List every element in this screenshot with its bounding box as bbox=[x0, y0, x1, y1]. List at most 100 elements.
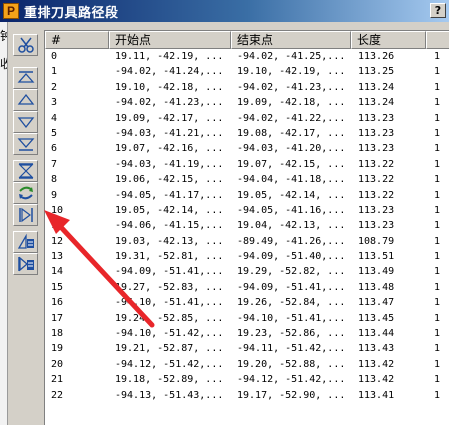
cell-index: 4 bbox=[51, 112, 58, 124]
segment-toolbar bbox=[10, 30, 44, 425]
cell-end-point: 19.20, -52.88, ... bbox=[237, 358, 346, 370]
reorder-end-button[interactable] bbox=[13, 253, 38, 275]
table-row[interactable]: 10 19.05, -42.14, ... -94.05, -41.16,... 11… bbox=[45, 203, 449, 218]
cell-index: 13 bbox=[51, 251, 64, 263]
cell-length: 113.23 bbox=[358, 112, 395, 124]
column-header-start-point[interactable]: 开始点 bbox=[109, 31, 231, 49]
table-row[interactable]: 14 -94.09, -51.41,... 19.29, -52.82, ... 11… bbox=[45, 264, 449, 279]
cell-end-point: 19.05, -42.14, ... bbox=[237, 189, 346, 201]
cell-end-point: -94.04, -41.18,... bbox=[237, 174, 346, 186]
segment-list[interactable]: # 开始点 结束点 长度 0 19.11, -42.19, ... -94.02, … bbox=[44, 30, 449, 425]
cell-end-point: -94.02, -41.25,... bbox=[237, 51, 346, 62]
cell-index: 3 bbox=[51, 97, 58, 109]
column-header-index[interactable]: # bbox=[45, 31, 109, 49]
app-logo-icon: P bbox=[3, 3, 19, 19]
title-bar[interactable]: P 重排刀具路径段 ? bbox=[0, 0, 449, 22]
cell-length: 113.51 bbox=[358, 251, 395, 263]
move-up-icon bbox=[17, 93, 34, 105]
cell-length: 113.22 bbox=[358, 158, 395, 170]
cell-length: 113.41 bbox=[358, 389, 395, 401]
cell-start-point: 19.06, -42.15, ... bbox=[115, 174, 224, 186]
move-down-button[interactable] bbox=[13, 111, 38, 133]
cell-length: 113.47 bbox=[358, 297, 395, 309]
cell-index: 19 bbox=[51, 343, 64, 355]
cell-index: 11 bbox=[51, 220, 64, 232]
table-row[interactable]: 1 -94.02, -41.24,... 19.10, -42.19, ... 113… bbox=[45, 64, 449, 79]
reorder-toolpath-dialog: 钟 收 P 重排刀具路径段 ? bbox=[0, 0, 449, 425]
table-row[interactable]: 8 19.06, -42.15, ... -94.04, -41.18,... 113… bbox=[45, 172, 449, 187]
reverse-icon bbox=[18, 207, 33, 223]
cell-extra: 1 bbox=[434, 235, 441, 247]
cell-extra: 1 bbox=[434, 312, 441, 324]
column-header-end-point[interactable]: 结束点 bbox=[231, 31, 351, 49]
cell-start-point: -94.09, -51.41,... bbox=[115, 266, 224, 278]
cell-start-point: -94.12, -51.42,... bbox=[115, 358, 224, 370]
table-row[interactable]: 16 -94.10, -51.41,... 19.26, -52.84, ... 11… bbox=[45, 295, 449, 310]
cell-start-point: 19.21, -52.87, ... bbox=[115, 343, 224, 355]
cell-index: 0 bbox=[51, 51, 58, 62]
cell-start-point: -94.03, -41.21,... bbox=[115, 127, 224, 139]
help-button[interactable]: ? bbox=[430, 3, 446, 18]
move-bottom-button[interactable] bbox=[13, 133, 38, 155]
cell-index: 8 bbox=[51, 174, 58, 186]
table-row[interactable]: 9 -94.05, -41.17,... 19.05, -42.14, ... 113… bbox=[45, 188, 449, 203]
table-row[interactable]: 18 -94.10, -51.42,... 19.23, -52.86, ... 11… bbox=[45, 326, 449, 341]
table-row[interactable]: 22 -94.13, -51.43,... 19.17, -52.90, ... 11… bbox=[45, 388, 449, 403]
cell-length: 113.24 bbox=[358, 81, 395, 93]
table-row[interactable]: 11 -94.06, -41.15,... 19.04, -42.13, ... 11… bbox=[45, 218, 449, 233]
cell-extra: 1 bbox=[434, 51, 441, 62]
table-row[interactable]: 19 19.21, -52.87, ... -94.11, -51.42,... 11… bbox=[45, 341, 449, 356]
table-row[interactable]: 2 19.10, -42.18, ... -94.02, -41.23,... 113… bbox=[45, 80, 449, 95]
cell-start-point: 19.24, -52.85, ... bbox=[115, 312, 224, 324]
move-top-icon bbox=[17, 71, 34, 83]
cell-start-point: -94.02, -41.23,... bbox=[115, 97, 224, 109]
table-row[interactable]: 20 -94.12, -51.42,... 19.20, -52.88, ... 11… bbox=[45, 357, 449, 372]
table-row[interactable]: 3 -94.02, -41.23,... 19.09, -42.18, ... 113… bbox=[45, 95, 449, 110]
cell-end-point: 19.29, -52.82, ... bbox=[237, 266, 346, 278]
cell-start-point: 19.18, -52.89, ... bbox=[115, 374, 224, 386]
delete-segment-button[interactable] bbox=[13, 34, 38, 56]
cell-end-point: -94.02, -41.23,... bbox=[237, 81, 346, 93]
cell-extra: 1 bbox=[434, 112, 441, 124]
swap-direction-button[interactable] bbox=[13, 182, 38, 204]
reorder-button[interactable] bbox=[13, 231, 38, 253]
cell-end-point: -94.12, -51.42,... bbox=[237, 374, 346, 386]
cell-end-point: -94.10, -51.41,... bbox=[237, 312, 346, 324]
cell-start-point: 19.10, -42.18, ... bbox=[115, 81, 224, 93]
table-row[interactable]: 21 19.18, -52.89, ... -94.12, -51.42,... 11… bbox=[45, 372, 449, 387]
window-title: 重排刀具路径段 bbox=[24, 5, 119, 21]
move-top-button[interactable] bbox=[13, 67, 38, 89]
cell-start-point: -94.13, -51.43,... bbox=[115, 389, 224, 401]
table-row[interactable]: 4 19.09, -42.17, ... -94.02, -41.22,... 113… bbox=[45, 111, 449, 126]
cell-length: 113.26 bbox=[358, 51, 395, 62]
cell-extra: 1 bbox=[434, 81, 441, 93]
table-row[interactable]: 13 19.31, -52.81, ... -94.09, -51.40,... 11… bbox=[45, 249, 449, 264]
cell-length: 113.43 bbox=[358, 343, 395, 355]
column-header-length[interactable]: 长度 bbox=[351, 31, 426, 49]
table-row[interactable]: 6 19.07, -42.16, ... -94.03, -41.20,... 113… bbox=[45, 141, 449, 156]
cell-extra: 1 bbox=[434, 189, 441, 201]
cell-index: 14 bbox=[51, 266, 64, 278]
cell-length: 113.48 bbox=[358, 281, 395, 293]
move-up-button[interactable] bbox=[13, 89, 38, 111]
table-row[interactable]: 12 19.03, -42.13, ... -89.49, -41.26,... 10… bbox=[45, 234, 449, 249]
swap-arrows-icon bbox=[18, 186, 33, 200]
table-row[interactable]: 17 19.24, -52.85, ... -94.10, -51.41,... 11… bbox=[45, 311, 449, 326]
table-row[interactable]: 7 -94.03, -41.19,... 19.07, -42.15, ... 113… bbox=[45, 157, 449, 172]
column-header-extra[interactable] bbox=[426, 31, 449, 49]
cell-extra: 1 bbox=[434, 281, 441, 293]
table-row[interactable]: 0 19.11, -42.19, ... -94.02, -41.25,... 113… bbox=[45, 49, 449, 64]
table-row[interactable]: 15 19.27, -52.83, ... -94.09, -51.41,... 11… bbox=[45, 280, 449, 295]
cell-index: 16 bbox=[51, 297, 64, 309]
cell-end-point: 19.10, -42.19, ... bbox=[237, 66, 346, 78]
cell-index: 1 bbox=[51, 66, 58, 78]
cell-start-point: 19.03, -42.13, ... bbox=[115, 235, 224, 247]
cell-end-point: 19.04, -42.13, ... bbox=[237, 220, 346, 232]
cell-start-point: -94.03, -41.19,... bbox=[115, 158, 224, 170]
reverse-segment-button[interactable] bbox=[13, 204, 38, 226]
reverse-order-button[interactable] bbox=[13, 160, 38, 182]
table-row[interactable]: 5 -94.03, -41.21,... 19.08, -42.17, ... 113… bbox=[45, 126, 449, 141]
cell-start-point: 19.05, -42.14, ... bbox=[115, 204, 224, 216]
cell-extra: 1 bbox=[434, 374, 441, 386]
cell-index: 21 bbox=[51, 374, 64, 386]
